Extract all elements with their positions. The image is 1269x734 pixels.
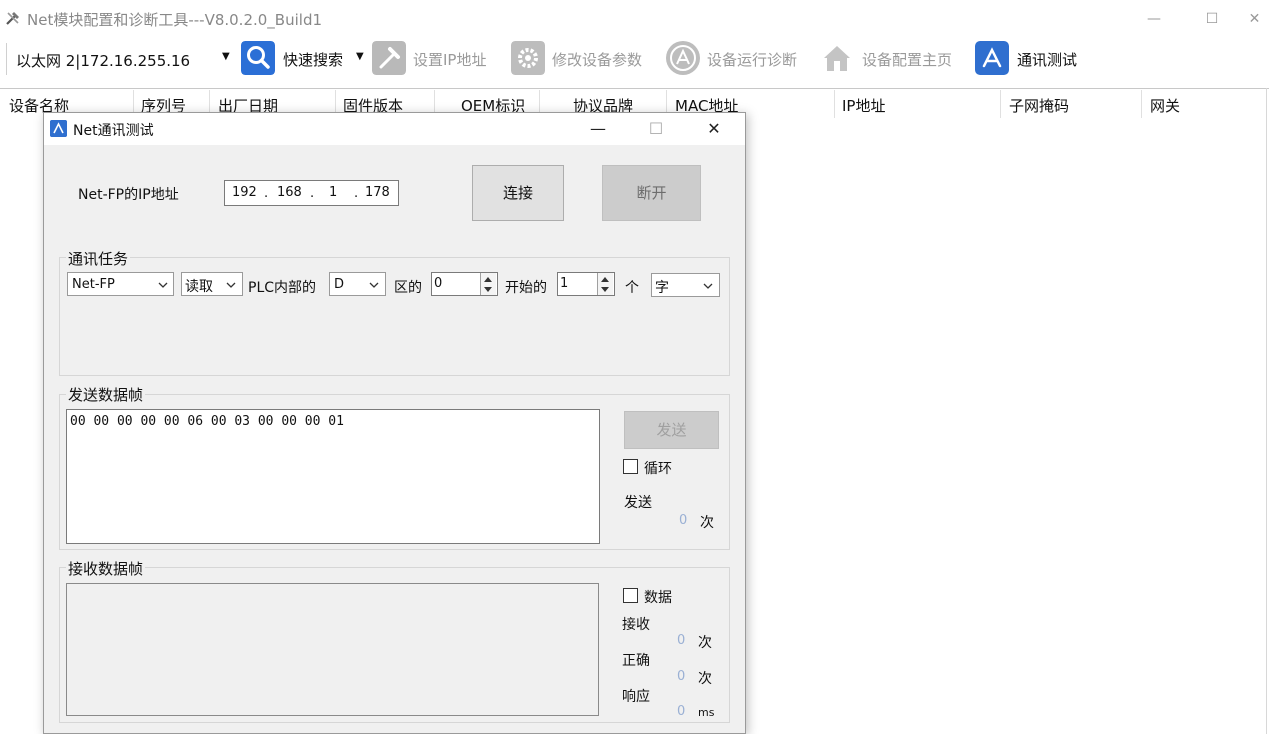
comm-test-button[interactable]: 通讯测试: [1017, 49, 1077, 70]
ip-dot: .: [354, 186, 359, 201]
comm-test-icon: [50, 120, 67, 137]
config-home-button[interactable]: 设备配置主页: [862, 49, 952, 70]
ip-address-label: Net-FP的IP地址: [78, 187, 179, 203]
quick-search-button[interactable]: 快速搜索: [283, 49, 343, 70]
ip-octet-1[interactable]: 192: [232, 185, 257, 200]
chevron-down-icon: [703, 283, 713, 289]
receive-frame-textarea[interactable]: [66, 583, 599, 716]
tools-icon: [6, 12, 19, 25]
gear-icon[interactable]: [511, 41, 545, 75]
correct-times-unit: 次: [698, 671, 712, 687]
operation-value: 读取: [185, 279, 213, 295]
chevron-down-icon[interactable]: ▼: [222, 51, 230, 62]
sent-label: 发送: [624, 495, 652, 511]
dialog-close-button[interactable]: ✕: [691, 116, 737, 142]
comm-test-icon[interactable]: [975, 41, 1009, 75]
column-subnet[interactable]: 子网掩码: [1009, 95, 1069, 116]
send-group-title: 发送数据帧: [66, 384, 146, 405]
protocol-value: Net-FP: [72, 277, 115, 292]
start-address-value: 0: [434, 276, 443, 291]
ip-octet-3[interactable]: 1: [329, 185, 337, 200]
dialog-title: Net通讯测试: [73, 123, 154, 139]
window-minimize-button[interactable]: —: [1131, 6, 1177, 32]
data-checkbox[interactable]: [623, 588, 638, 603]
received-times-unit: 次: [698, 635, 712, 651]
chevron-down-icon: [226, 282, 236, 288]
send-frame-value: 00 00 00 00 00 06 00 03 00 00 00 01: [70, 414, 344, 429]
modify-params-button[interactable]: 修改设备参数: [552, 49, 642, 70]
received-count: 0: [677, 633, 686, 648]
column-separator[interactable]: [1141, 90, 1142, 118]
ip-dot: .: [310, 186, 315, 201]
connection-value: 以太网 2|172.16.255.16: [16, 52, 191, 70]
send-frame-textarea[interactable]: [66, 409, 600, 544]
start-label: 开始的: [505, 280, 547, 296]
correct-label: 正确: [622, 653, 650, 669]
window-close-button[interactable]: ✕: [1240, 6, 1269, 32]
send-button[interactable]: 发送: [624, 411, 719, 449]
plc-internal-label: PLC内部的: [248, 280, 317, 296]
loop-checkbox[interactable]: [623, 459, 638, 474]
window-maximize-button[interactable]: ☐: [1189, 6, 1235, 32]
sent-times-unit: 次: [700, 515, 714, 531]
receive-group-title: 接收数据帧: [66, 558, 146, 579]
hammer-icon[interactable]: [372, 41, 406, 75]
app-store-icon[interactable]: [666, 41, 700, 75]
window-border: [1266, 88, 1267, 734]
column-ip[interactable]: IP地址: [842, 95, 885, 116]
spinner-up-icon[interactable]: [601, 277, 609, 282]
set-ip-button[interactable]: 设置IP地址: [413, 49, 486, 70]
connect-button[interactable]: 连接: [472, 165, 564, 221]
spinner-down-icon[interactable]: [484, 287, 492, 292]
dialog-minimize-button[interactable]: —: [575, 116, 621, 142]
received-label: 接收: [622, 617, 650, 633]
data-type-value: 字: [655, 280, 669, 296]
area-value: D: [334, 277, 345, 292]
area-of-label: 区的: [394, 280, 422, 296]
ip-octet-4[interactable]: 178: [365, 185, 390, 200]
response-label: 响应: [622, 689, 650, 705]
column-separator[interactable]: [834, 90, 835, 118]
response-ms-unit: ms: [698, 706, 715, 719]
app-title: Net模块配置和诊断工具---V8.0.2.0_Build1: [27, 11, 323, 29]
dialog-maximize-button[interactable]: ☐: [633, 116, 679, 142]
loop-label: 循环: [644, 461, 672, 477]
data-label: 数据: [644, 590, 672, 606]
ip-dot: .: [264, 186, 269, 201]
disconnect-button[interactable]: 断开: [602, 165, 701, 221]
sent-count: 0: [679, 513, 688, 528]
unit-label: 个: [625, 280, 639, 296]
home-icon[interactable]: [820, 41, 854, 75]
spinner-up-icon[interactable]: [484, 277, 492, 282]
search-icon[interactable]: [241, 41, 275, 75]
task-group-title: 通讯任务: [66, 248, 131, 269]
column-separator[interactable]: [1000, 90, 1001, 118]
response-value: 0: [677, 704, 686, 719]
chevron-down-icon: [369, 282, 379, 288]
ip-octet-2[interactable]: 168: [277, 185, 302, 200]
chevron-down-icon: [158, 282, 168, 288]
chevron-down-icon[interactable]: ▼: [356, 51, 364, 62]
runtime-diag-button[interactable]: 设备运行诊断: [707, 49, 797, 70]
spinner-down-icon[interactable]: [601, 287, 609, 292]
count-value: 1: [560, 276, 569, 291]
correct-count: 0: [677, 669, 686, 684]
column-gateway[interactable]: 网关: [1150, 95, 1180, 116]
